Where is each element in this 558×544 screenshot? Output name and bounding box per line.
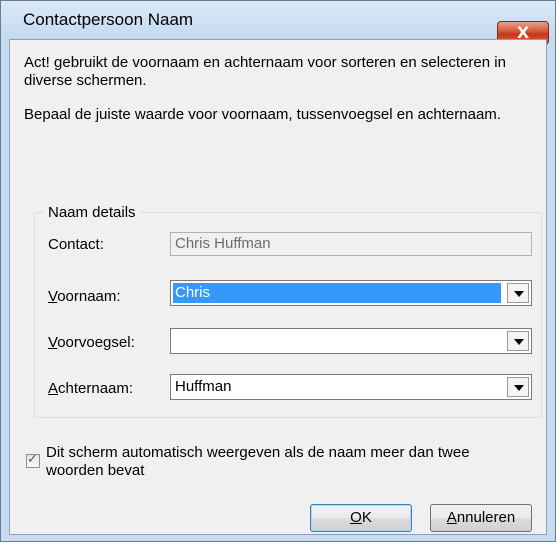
- voorvoegsel-dropdown-arrow-icon[interactable]: [507, 331, 529, 351]
- group-legend: Naam details: [44, 204, 140, 221]
- achternaam-label: Achternaam:: [48, 380, 133, 397]
- contact-label: Contact:: [48, 236, 104, 253]
- achternaam-mnemonic: A: [48, 380, 59, 397]
- voornaam-label-text: oornaam:: [57, 288, 121, 305]
- voornaam-mnemonic: V: [48, 288, 58, 305]
- ok-label: K: [361, 509, 372, 526]
- achternaam-value[interactable]: Huffman: [173, 377, 501, 397]
- voornaam-value[interactable]: Chris: [173, 283, 501, 303]
- achternaam-combobox[interactable]: Huffman: [170, 374, 532, 400]
- auto-show-checkbox[interactable]: ✓: [26, 452, 40, 468]
- cancel-button[interactable]: Annuleren: [430, 504, 532, 532]
- cancel-mnemonic: A: [446, 509, 457, 526]
- dialog-content: Act! gebruikt de voornaam en achternaam …: [9, 39, 547, 535]
- auto-show-label[interactable]: Dit scherm automatisch weergeven als de …: [46, 444, 516, 480]
- contact-field: Chris Huffman: [170, 232, 532, 256]
- voorvoegsel-label-text: oorvoegsel:: [57, 334, 135, 351]
- intro-text-1: Act! gebruikt de voornaam en achternaam …: [24, 54, 506, 89]
- ok-button[interactable]: OK: [310, 504, 412, 532]
- checkmark-icon: ✓: [27, 452, 38, 467]
- voorvoegsel-label: Voorvoegsel:: [48, 334, 135, 351]
- voorvoegsel-mnemonic: V: [48, 334, 58, 351]
- ok-mnemonic: O: [350, 509, 362, 526]
- achternaam-label-text: chternaam:: [58, 380, 134, 397]
- title-bar[interactable]: Contactpersoon Naam: [1, 1, 555, 39]
- dialog-window: Contactpersoon Naam X Act! gebruikt de v…: [0, 0, 556, 542]
- voorvoegsel-value[interactable]: [173, 331, 501, 351]
- voorvoegsel-combobox[interactable]: [170, 328, 532, 354]
- cancel-label: nnuleren: [456, 509, 516, 526]
- voornaam-combobox[interactable]: Chris: [170, 280, 532, 306]
- achternaam-dropdown-arrow-icon[interactable]: [507, 377, 529, 397]
- voornaam-dropdown-arrow-icon[interactable]: [507, 283, 529, 303]
- intro-text-2: Bepaal de juiste waarde voor voornaam, t…: [24, 106, 501, 123]
- voornaam-label: Voornaam:: [48, 288, 121, 305]
- window-title: Contactpersoon Naam: [23, 10, 194, 29]
